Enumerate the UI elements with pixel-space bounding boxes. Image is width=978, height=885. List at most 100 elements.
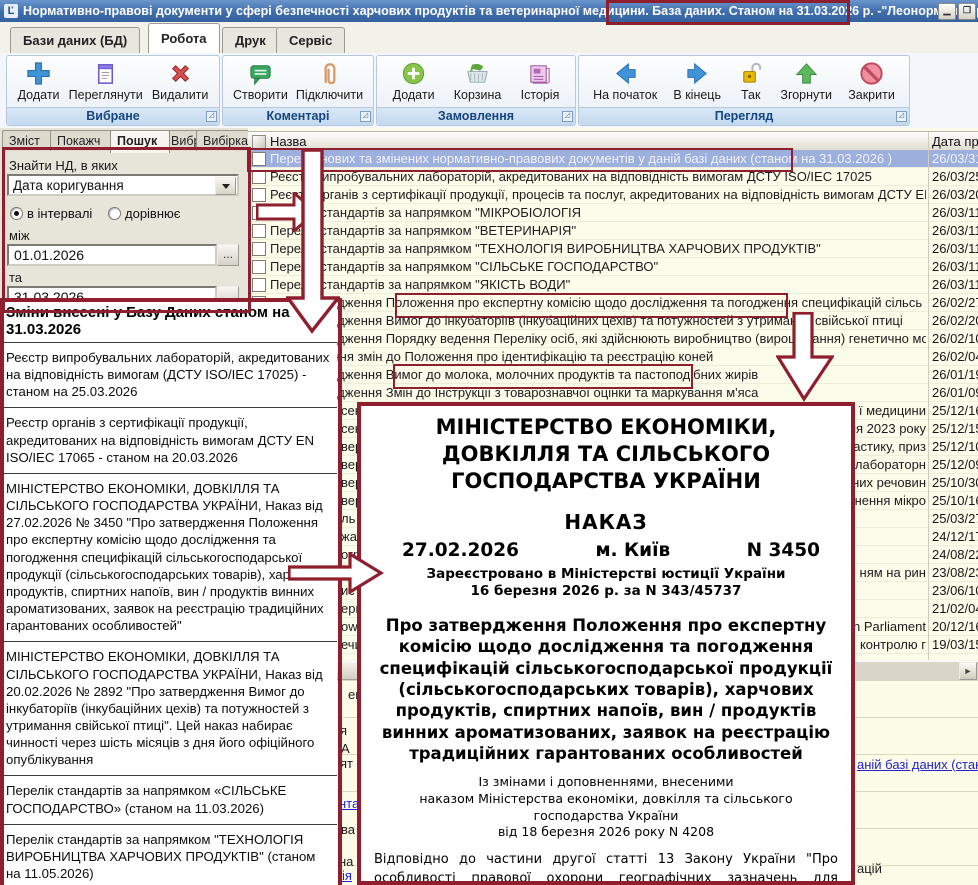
list-item[interactable]: Реєстр органів з сертифікації продукції,…	[0, 408, 337, 473]
maximize-button[interactable]: ❐	[958, 3, 976, 20]
group-launcher-icon[interactable]: ◿	[562, 111, 573, 122]
ribbon-group-title: Замовлення	[377, 107, 575, 125]
close-button[interactable]: Закрити	[844, 59, 899, 103]
table-row[interactable]: Про затвердження Порядку ведення Перелік…	[248, 330, 978, 348]
menu-tab-service[interactable]: Сервіс	[276, 27, 345, 53]
row-date: 25/10/30	[932, 475, 978, 490]
column-header-name[interactable]: Назва	[270, 134, 306, 149]
row-date: 25/12/10	[932, 439, 978, 454]
list-item[interactable]: Перелік стандартів за напрямком "ТЕХНОЛО…	[0, 825, 337, 885]
row-checkbox[interactable]	[252, 188, 266, 202]
ribbon-group-title: Коментарі	[223, 107, 373, 125]
go-end-button[interactable]: В кінець	[669, 59, 725, 103]
history-button[interactable]: Історія	[517, 59, 564, 103]
create-comment-button[interactable]: Створити	[229, 59, 292, 103]
table-row[interactable]: Перелік стандартів за напрямком "СІЛЬСЬК…	[248, 258, 978, 276]
row-title: Про затвердження Вимог до молока, молочн…	[270, 367, 926, 382]
row-checkbox[interactable]	[252, 242, 266, 256]
document-number: N 3450	[747, 540, 820, 561]
radio-in-interval[interactable]: в інтервалі	[10, 206, 92, 221]
row-title: Про внесення змін до Положення про ідент…	[270, 349, 926, 364]
date-from-input[interactable]: 01.01.2026	[7, 244, 217, 266]
yes-button[interactable]: Так	[733, 59, 768, 103]
add-order-button[interactable]: Додати	[389, 59, 439, 103]
row-title: Перелік стандартів за напрямком "МІКРОБІ…	[270, 205, 926, 220]
radio-dot-icon	[108, 207, 121, 220]
column-header-date[interactable]: Дата при	[932, 134, 978, 149]
minimize-button[interactable]: ▁	[938, 3, 956, 20]
row-date: 25/12/09	[932, 457, 978, 472]
and-label: та	[9, 270, 22, 285]
group-launcher-icon[interactable]: ◿	[896, 111, 907, 122]
table-header[interactable]: Назва Дата при	[248, 131, 978, 152]
row-title-fragment: них речовин	[852, 475, 926, 490]
date-from-browse-button[interactable]: ...	[217, 244, 239, 266]
row-date: 26/01/09	[932, 385, 978, 400]
table-row[interactable]: Про затвердження Вимог до інкубаторіїв (…	[248, 312, 978, 330]
preview-text-fragment: я	[340, 723, 347, 738]
ribbon-group-view: На початок В кінець Так Згорнути Закрити	[578, 55, 910, 126]
table-row[interactable]: Реєстр випробувальних лабораторій, акред…	[248, 168, 978, 186]
table-row[interactable]: Про затвердження Положення про експертну…	[248, 294, 978, 312]
speech-bubble-icon	[247, 60, 274, 87]
basket-button[interactable]: Корзина	[450, 59, 506, 103]
row-checkbox[interactable]	[252, 260, 266, 274]
document-ministry-heading: МІНІСТЕРСТВО ЕКОНОМІКИ, ДОВКІЛЛЯ ТА СІЛЬ…	[374, 414, 838, 495]
list-item[interactable]: МІНІСТЕРСТВО ЕКОНОМІКИ, ДОВКІЛЛЯ ТА СІЛЬ…	[0, 474, 337, 642]
table-row[interactable]: Перелік стандартів за напрямком "МІКРОБІ…	[248, 204, 978, 222]
attach-comment-button[interactable]: Підключити	[292, 59, 367, 103]
preview-link-fragment[interactable]: аній базі даних (стано	[857, 757, 978, 772]
table-row[interactable]: Про затвердження Вимог до молока, молочн…	[248, 366, 978, 384]
chevron-down-icon[interactable]	[215, 177, 236, 195]
list-item[interactable]: Реєстр випробувальних лабораторій, акред…	[0, 343, 337, 408]
menu-tab-work[interactable]: Робота	[148, 23, 220, 53]
scroll-right-icon[interactable]: ►	[959, 662, 977, 680]
document-date: 27.02.2026	[402, 540, 519, 561]
radio-equals[interactable]: дорівнює	[108, 206, 180, 221]
list-item[interactable]: Перелік стандартів за напрямком «СІЛЬСЬК…	[0, 776, 337, 824]
sidebar-tab-search[interactable]: Пошук	[110, 130, 170, 153]
delete-favorite-button[interactable]: Видалити	[148, 59, 213, 103]
header-checkbox[interactable]	[252, 135, 266, 149]
add-favorite-button[interactable]: Додати	[14, 59, 64, 103]
table-row[interactable]: Перелік нових та змінених нормативно-пра…	[248, 150, 978, 168]
row-checkbox[interactable]	[252, 152, 266, 166]
group-launcher-icon[interactable]: ◿	[360, 111, 371, 122]
search-criteria-select[interactable]: Дата коригування	[7, 174, 239, 196]
row-checkbox[interactable]	[252, 170, 266, 184]
column-divider	[928, 131, 929, 682]
row-title-fragment: жа	[341, 529, 357, 544]
sidebar-tab-contents[interactable]: Зміст	[2, 130, 56, 151]
app-icon: Ľ	[4, 4, 18, 18]
row-checkbox[interactable]	[252, 278, 266, 292]
table-row[interactable]: Про внесення змін до Положення про ідент…	[248, 348, 978, 366]
list-item[interactable]: МІНІСТЕРСТВО ЕКОНОМІКИ, ДОВКІЛЛЯ ТА СІЛЬ…	[0, 642, 337, 776]
table-row[interactable]: Перелік стандартів за напрямком "ЯКІСТЬ …	[248, 276, 978, 294]
ribbon: Додати Переглянути Видалити Вибране ◿ Ст…	[0, 53, 978, 130]
row-title-fragment: ня 2023 року	[849, 421, 926, 436]
menu-tab-print[interactable]: Друк	[222, 27, 279, 53]
green-plus-circle-icon	[400, 60, 427, 87]
table-row[interactable]: Перелік стандартів за напрямком "ВЕТЕРИН…	[248, 222, 978, 240]
changes-summary-panel: Зміни внесені у Базу Даних станом на 31.…	[0, 299, 337, 885]
row-title: Реєстр органів з сертифікації продукції,…	[270, 187, 926, 202]
basket-icon	[464, 60, 491, 87]
view-favorite-button[interactable]: Переглянути	[65, 59, 147, 103]
ribbon-group-title: Вибране	[7, 107, 219, 125]
row-title: Перелік стандартів за напрямком "СІЛЬСЬК…	[270, 259, 926, 274]
row-checkbox[interactable]	[252, 206, 266, 220]
row-title-fragment: нення мікро	[855, 493, 926, 508]
collapse-button[interactable]: Згорнути	[776, 59, 836, 103]
group-launcher-icon[interactable]: ◿	[206, 111, 217, 122]
table-row[interactable]: Перелік стандартів за напрямком "ТЕХНОЛО…	[248, 240, 978, 258]
sidebar-tab-index[interactable]: Покажч	[50, 130, 116, 151]
table-row[interactable]: Про затвердження Змін до Інструкції з то…	[248, 384, 978, 402]
menu-tab-databases[interactable]: Бази даних (БД)	[10, 27, 140, 53]
preview-text-fragment: ва	[341, 822, 355, 837]
go-start-button[interactable]: На початок	[589, 59, 661, 103]
table-row[interactable]: Реєстр органів з сертифікації продукції,…	[248, 186, 978, 204]
preview-link-fragment[interactable]: ія	[342, 868, 352, 883]
row-checkbox[interactable]	[252, 224, 266, 238]
document-viewer[interactable]: МІНІСТЕРСТВО ЕКОНОМІКИ, ДОВКІЛЛЯ ТА СІЛЬ…	[357, 402, 855, 885]
row-title-fragment: лабораторн	[855, 457, 926, 472]
